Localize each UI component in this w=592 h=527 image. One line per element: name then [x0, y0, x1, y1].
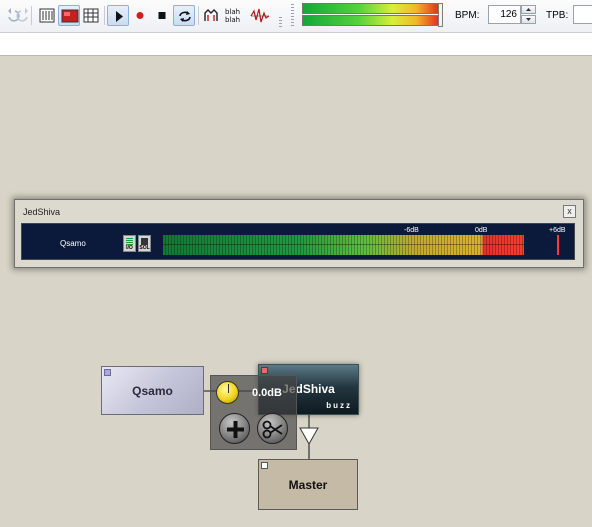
- connection-arrow-icon: [299, 427, 319, 446]
- machine-master[interactable]: Master: [258, 459, 358, 510]
- master-meter-right: [302, 15, 442, 26]
- svg-text:blah: blah: [225, 8, 240, 16]
- machine-subtitle: buzz: [326, 401, 352, 410]
- mixer-body: Qsamo I/O SOL -6dB 0dB +6dB: [21, 223, 575, 260]
- master-level-meter: [302, 3, 444, 27]
- db-mark-plus6: +6dB: [549, 227, 566, 234]
- machine-name: Qsamo: [132, 384, 173, 398]
- bpm-up-button[interactable]: [521, 5, 536, 14]
- pattern-editor-icon[interactable]: [36, 5, 58, 26]
- master-volume-slider[interactable]: [438, 3, 443, 27]
- solo-button-label: SOL: [139, 245, 150, 251]
- machine-led-icon: [261, 367, 268, 374]
- toolbar-separator: [31, 6, 32, 25]
- master-meter-left: [302, 3, 442, 14]
- bpm-spinner[interactable]: [521, 5, 536, 24]
- bpm-label: BPM:: [455, 10, 480, 21]
- mixer-track-label: Qsamo: [60, 239, 86, 248]
- gain-label: 0.0dB: [252, 387, 282, 399]
- peak-indicator: [557, 235, 559, 255]
- bpm-input[interactable]: [488, 5, 521, 24]
- io-button[interactable]: I/O: [123, 235, 136, 252]
- plus-icon: [227, 421, 244, 438]
- db-mark-0: 0dB: [475, 227, 488, 234]
- stop-icon[interactable]: [151, 5, 173, 26]
- solo-button[interactable]: SOL: [138, 235, 151, 252]
- machine-view-icon[interactable]: [58, 5, 80, 26]
- db-mark-minus6: -6dB: [404, 227, 419, 234]
- loop-icon[interactable]: [173, 5, 195, 26]
- scissors-icon: [262, 420, 283, 439]
- record-icon[interactable]: [129, 5, 151, 26]
- machine-led-icon: [261, 462, 268, 469]
- volume-knob-icon[interactable]: [216, 381, 239, 404]
- mixer-window[interactable]: JedShiva x Qsamo I/O SOL -6dB 0dB +6dB: [14, 199, 584, 268]
- io-button-label: I/O: [126, 245, 133, 251]
- redo-icon[interactable]: [14, 5, 36, 26]
- cpu-icon[interactable]: [200, 5, 222, 26]
- machine-qsamo[interactable]: Qsamo: [101, 366, 204, 415]
- connection-panel: 0.0dB: [210, 375, 297, 450]
- machine-led-icon: [104, 369, 111, 376]
- sequence-editor-icon[interactable]: [80, 5, 102, 26]
- tpb-label: TPB:: [546, 10, 569, 21]
- toolbar-separator: [104, 6, 105, 25]
- bpm-down-button[interactable]: [521, 15, 536, 24]
- blah-blah-icon[interactable]: blah blah: [222, 5, 244, 26]
- play-icon[interactable]: [107, 5, 129, 26]
- add-effect-button[interactable]: [219, 413, 250, 444]
- toolbar-gripper[interactable]: [279, 17, 282, 27]
- mixer-level-meter: [163, 235, 524, 255]
- wave-icon[interactable]: [249, 5, 271, 26]
- tpb-input[interactable]: [573, 5, 592, 24]
- toolbar-gripper[interactable]: [291, 4, 294, 28]
- toolbar-separator: [198, 6, 199, 25]
- svg-text:blah: blah: [225, 16, 240, 24]
- mixer-window-title: JedShiva: [23, 207, 61, 217]
- secondary-toolbar: [0, 33, 592, 56]
- disconnect-button[interactable]: [257, 413, 288, 444]
- close-button[interactable]: x: [563, 205, 576, 218]
- toolbar: blahblah BPM: TPB:: [0, 0, 592, 33]
- machine-name: Master: [288, 478, 328, 492]
